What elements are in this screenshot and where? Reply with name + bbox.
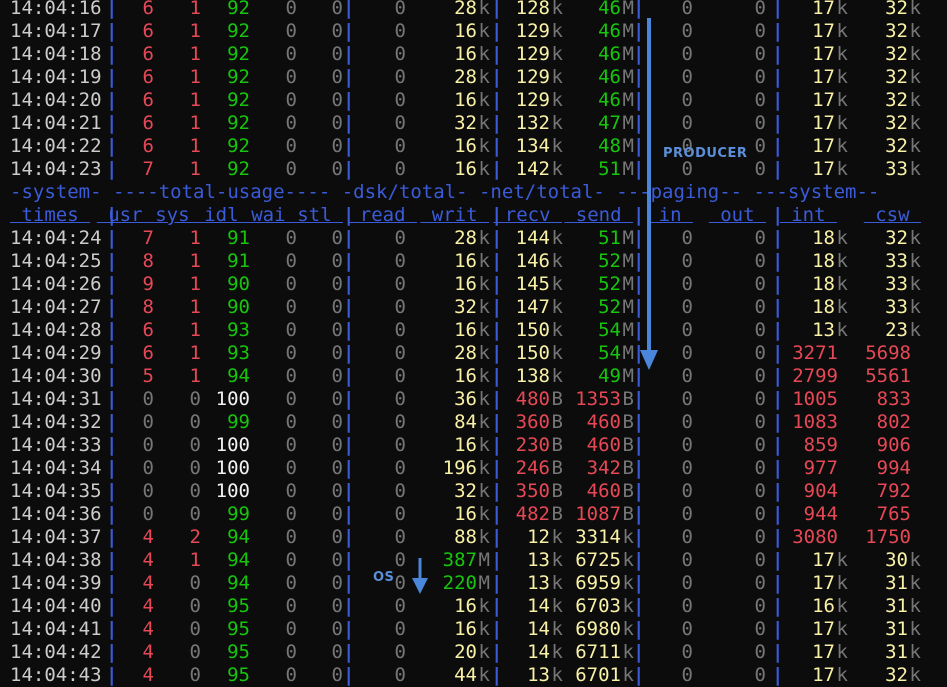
annotation-layer — [412, 18, 658, 594]
producer-arrow-icon — [640, 18, 658, 370]
terminal-window: 14:04:16 6 1 92 0 0 0 28 k 128 k 46 M 0 0 17 k 32 k | | | | | 14… — [0, 0, 947, 687]
os-annotation: OS — [373, 570, 395, 585]
os-arrow-icon — [412, 558, 428, 594]
producer-annotation: PRODUCER — [663, 146, 748, 161]
